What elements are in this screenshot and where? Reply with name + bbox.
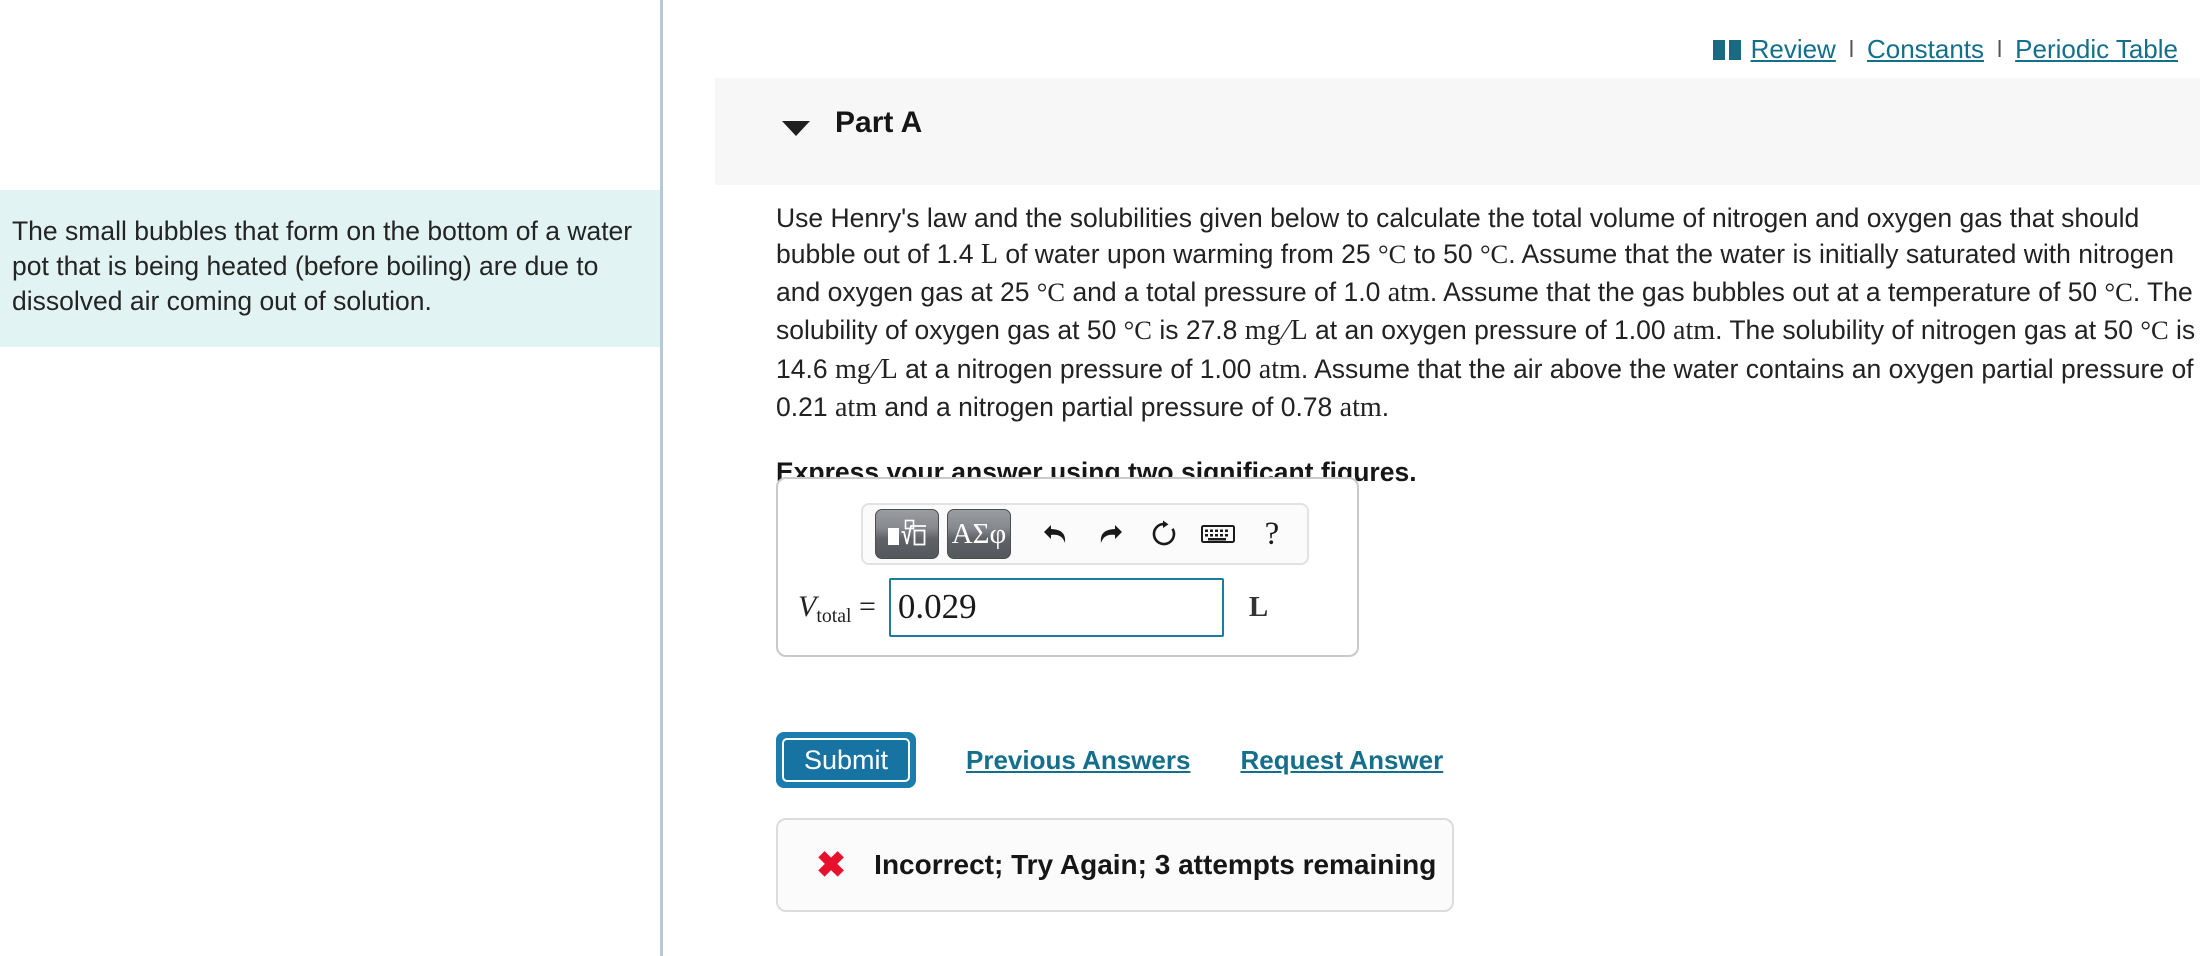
action-button-row: Submit Previous Answers Request Answer [776, 732, 1443, 788]
top-links-bar: Review l Constants l Periodic Table [1712, 34, 2178, 65]
unit-token: °C [1377, 239, 1407, 270]
part-title: Part A [835, 106, 923, 139]
variable-symbol: V [798, 590, 817, 623]
unit-token: atm [834, 391, 878, 423]
unit-token: °C [1036, 277, 1066, 308]
unit-token: °C [2104, 277, 2133, 308]
unit-token: L [980, 239, 998, 271]
previous-answers-link[interactable]: Previous Answers [966, 745, 1190, 776]
periodic-table-link[interactable]: Periodic Table [2015, 34, 2178, 65]
link-separator-2: l [1997, 36, 2003, 62]
help-icon[interactable]: ? [1245, 510, 1299, 558]
constants-link[interactable]: Constants [1867, 34, 1984, 65]
unit-token: atm [1673, 315, 1716, 347]
link-separator-1: l [1848, 36, 1854, 62]
review-link[interactable]: Review [1751, 34, 1836, 65]
equals-sign: = [859, 590, 876, 623]
unit-token: atm [1258, 353, 1301, 385]
unit-token: atm [1339, 391, 1382, 423]
question-body: Use Henry's law and the solubilities giv… [776, 200, 2196, 488]
hint-text: The small bubbles that form on the botto… [12, 216, 633, 316]
request-answer-link[interactable]: Request Answer [1240, 745, 1443, 776]
unit-token: mg/L [1244, 315, 1308, 347]
unit-token: mg/L [834, 353, 898, 385]
greek-symbols-button[interactable]: ΑΣφ [947, 509, 1011, 559]
triangle-down-icon[interactable] [782, 121, 810, 136]
answer-input[interactable] [888, 577, 1224, 637]
unit-token: °C [1123, 315, 1152, 346]
reset-circular-arrow-icon[interactable] [1137, 510, 1191, 558]
answer-card: ΑΣφ ? Vtotal = 0.029 L [776, 477, 1359, 657]
math-toolbar: ΑΣφ ? [861, 503, 1309, 565]
question-text: Use Henry's law and the solubilities giv… [776, 203, 2196, 423]
undo-arrow-icon[interactable] [1029, 510, 1083, 558]
unit-token: °C [2140, 315, 2169, 346]
page-root: The small bubbles that form on the botto… [0, 0, 2200, 956]
x-mark-icon: ✖ [816, 844, 847, 885]
redo-arrow-icon[interactable] [1083, 510, 1137, 558]
answer-row: Vtotal = L [778, 567, 1361, 647]
unit-token: °C [1479, 239, 1509, 270]
template-math-icon[interactable] [875, 509, 939, 559]
feedback-message: Incorrect; Try Again; 3 attempts remaini… [874, 849, 1437, 880]
submit-button-label: Submit [782, 738, 910, 782]
unit-label: L [1248, 590, 1269, 623]
variable-label: Vtotal = [798, 590, 876, 627]
variable-subscript: total [816, 605, 852, 627]
unit-token: atm [1387, 277, 1430, 309]
part-header-band[interactable]: Part A [715, 78, 2200, 185]
hint-box: The small bubbles that form on the botto… [0, 190, 660, 347]
keyboard-icon[interactable] [1191, 510, 1245, 558]
submit-button[interactable]: Submit [776, 732, 916, 788]
feedback-banner: ✖ Incorrect; Try Again; 3 attempts remai… [776, 818, 1454, 912]
left-pane: The small bubbles that form on the botto… [0, 0, 660, 956]
book-icon [1712, 39, 1741, 61]
right-pane: Review l Constants l Periodic Table Part… [663, 0, 2200, 956]
